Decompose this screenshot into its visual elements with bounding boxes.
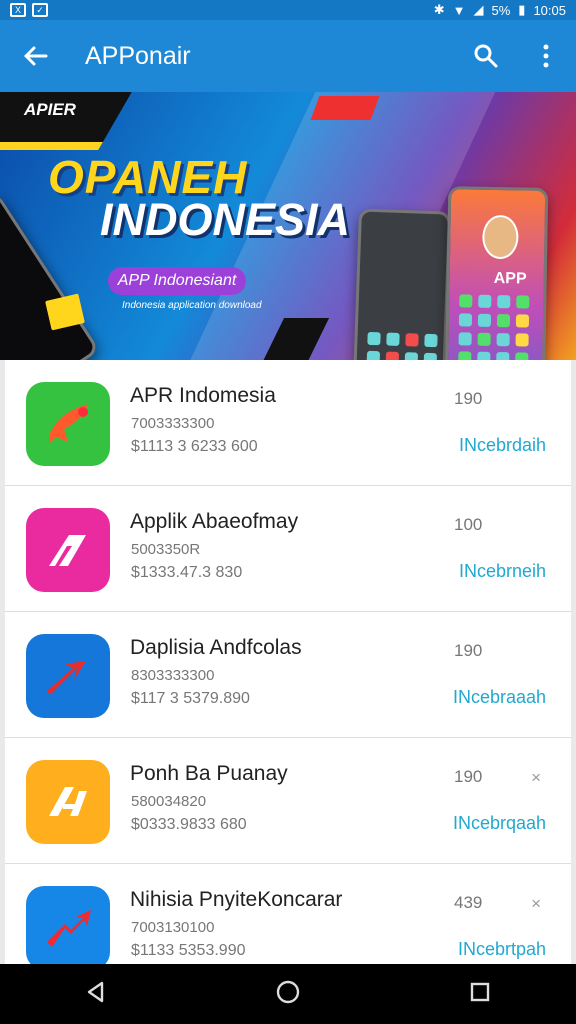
app-meta: 580034820 bbox=[131, 793, 207, 810]
app-price: $117 3 5379.890 bbox=[131, 690, 250, 707]
app-score: 190 bbox=[454, 641, 483, 660]
status-time: 10:05 bbox=[533, 2, 566, 18]
app-status-link[interactable]: INcebrdaih bbox=[459, 435, 546, 456]
app-status-link[interactable]: INcebraaah bbox=[453, 687, 546, 708]
notification-icon: X bbox=[10, 3, 26, 17]
battery-icon: ▮ bbox=[518, 2, 526, 17]
list-item[interactable]: APR Indomesia 7003333300 $1113 3 6233 60… bbox=[5, 360, 571, 486]
app-status-link[interactable]: INcebrneih bbox=[459, 561, 546, 582]
checkbox-icon: ✓ bbox=[32, 3, 48, 17]
app-price: $1333.47.3 830 bbox=[131, 564, 243, 581]
list-item[interactable]: Applik Abaeofmay 5003350R $1333.47.3 830… bbox=[5, 486, 571, 612]
list-item[interactable]: Daplisia Andfcolas 8303333300 $117 3 537… bbox=[5, 612, 571, 738]
signal-icon: ◢ bbox=[473, 2, 484, 17]
phone-app-grid bbox=[365, 331, 447, 360]
red-arrow-icon bbox=[26, 886, 110, 964]
search-icon bbox=[474, 44, 498, 68]
wifi-icon: ▼ bbox=[452, 2, 466, 18]
phone-image: APP bbox=[443, 186, 549, 360]
arrow-icon bbox=[26, 634, 110, 718]
banner-caption: Indonesia application download bbox=[122, 300, 262, 311]
app-score: 100 bbox=[454, 515, 483, 534]
app-name: Nihisia PnyiteKoncarar bbox=[130, 888, 343, 911]
app-meta: 8303333300 bbox=[131, 667, 215, 684]
list-item[interactable]: Ponh Ba Puanay 580034820 $0333.9833 680 … bbox=[5, 738, 571, 864]
app-name: Applik Abaeofmay bbox=[130, 510, 299, 533]
more-options-button[interactable] bbox=[516, 20, 576, 92]
banner-title-line-2: INDONESIA bbox=[100, 194, 351, 245]
close-icon[interactable]: × bbox=[531, 768, 541, 788]
app-score: 439 bbox=[454, 893, 483, 912]
app-meta: 5003350R bbox=[131, 541, 201, 558]
recent-apps-nav-button[interactable] bbox=[468, 980, 492, 1009]
app-name: Daplisia Andfcolas bbox=[130, 636, 302, 659]
close-icon[interactable]: × bbox=[531, 894, 541, 914]
bluetooth-icon: ✱ bbox=[433, 2, 445, 17]
app-name: APR Indomesia bbox=[130, 384, 276, 407]
battery-percent: 5% bbox=[491, 2, 511, 18]
phone-arrow-icon bbox=[26, 382, 110, 466]
app-name: Ponh Ba Puanay bbox=[130, 762, 288, 785]
search-button[interactable] bbox=[456, 20, 516, 92]
red-tag-decoration bbox=[310, 96, 380, 120]
app-meta: 7003130100 bbox=[131, 919, 215, 936]
app-score: 190 bbox=[454, 767, 483, 786]
orange-a-logo-icon bbox=[26, 760, 110, 844]
banner-pill: APP Indonesiant bbox=[108, 267, 246, 295]
list-item[interactable]: Nihisia PnyiteKoncarar 7003130100 $1133 … bbox=[5, 864, 571, 964]
phone-app-grid bbox=[458, 294, 539, 360]
status-left: X ✓ bbox=[10, 3, 48, 17]
banner-ribbon-text: APIER bbox=[24, 100, 76, 119]
status-bar: X ✓ ✱ ▼ ◢ 5% ▮ 10:05 bbox=[0, 0, 576, 20]
status-right: ✱ ▼ ◢ 5% ▮ 10:05 bbox=[434, 2, 566, 18]
home-nav-button[interactable] bbox=[275, 979, 301, 1010]
back-nav-button[interactable] bbox=[84, 980, 108, 1009]
app-list: APR Indomesia 7003333300 $1113 3 6233 60… bbox=[5, 360, 571, 964]
app-score: 190 bbox=[454, 389, 483, 408]
banner-ribbon-decoration bbox=[249, 318, 330, 360]
arrow-left-icon bbox=[24, 46, 48, 66]
page-title: APPonair bbox=[85, 41, 191, 70]
triangle-back-icon bbox=[87, 981, 103, 1002]
app-price: $1133 5353.990 bbox=[131, 942, 246, 959]
promo-banner[interactable]: APIER OPANEH INDONESIA APP Indonesiant I… bbox=[0, 92, 576, 360]
phone-image bbox=[0, 191, 100, 360]
red-a-logo-icon bbox=[26, 508, 110, 592]
square-recent-icon bbox=[471, 982, 490, 1001]
circle-home-icon bbox=[276, 980, 300, 1003]
more-vertical-icon bbox=[543, 44, 549, 68]
system-nav-bar bbox=[0, 964, 576, 1024]
app-price: $1113 3 6233 600 bbox=[131, 438, 258, 455]
app-meta: 7003333300 bbox=[131, 415, 215, 432]
app-status-link[interactable]: INcebrtpah bbox=[458, 939, 546, 960]
phone-label: APP bbox=[493, 269, 527, 288]
back-button[interactable] bbox=[0, 20, 70, 92]
app-status-link[interactable]: INcebrqaah bbox=[453, 813, 546, 834]
top-app-bar: APPonair bbox=[0, 20, 576, 92]
phone-image bbox=[351, 208, 451, 360]
avatar bbox=[482, 214, 519, 260]
app-price: $0333.9833 680 bbox=[131, 816, 247, 833]
